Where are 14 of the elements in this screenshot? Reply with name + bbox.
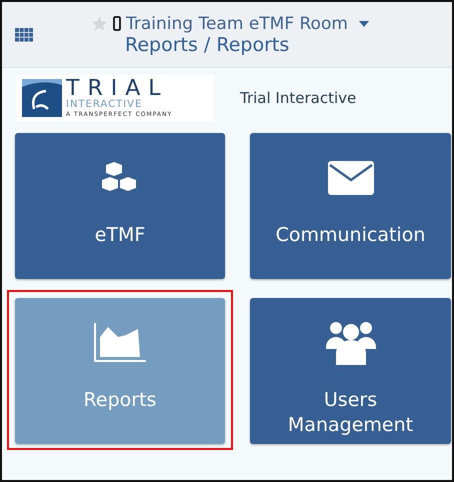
logo-subword: INTERACTIVE xyxy=(66,100,144,110)
logo-word: TRIAL xyxy=(66,78,170,100)
breadcrumb: Reports / Reports xyxy=(125,34,290,56)
users-icon xyxy=(326,320,376,366)
room-selector[interactable]: Training Team eTMF Room xyxy=(126,14,348,34)
module-tile[interactable]: Users Management xyxy=(250,298,451,444)
star-icon[interactable] xyxy=(91,15,108,32)
logo-mark-icon xyxy=(22,79,62,117)
module-tile[interactable]: Communication xyxy=(250,133,451,279)
company-name: Trial Interactive xyxy=(240,89,356,107)
module-tile[interactable]: eTMF xyxy=(15,133,225,279)
caret-icon[interactable] xyxy=(358,20,369,26)
apps-grid-icon[interactable] xyxy=(15,28,33,42)
phone-icon xyxy=(113,16,121,31)
